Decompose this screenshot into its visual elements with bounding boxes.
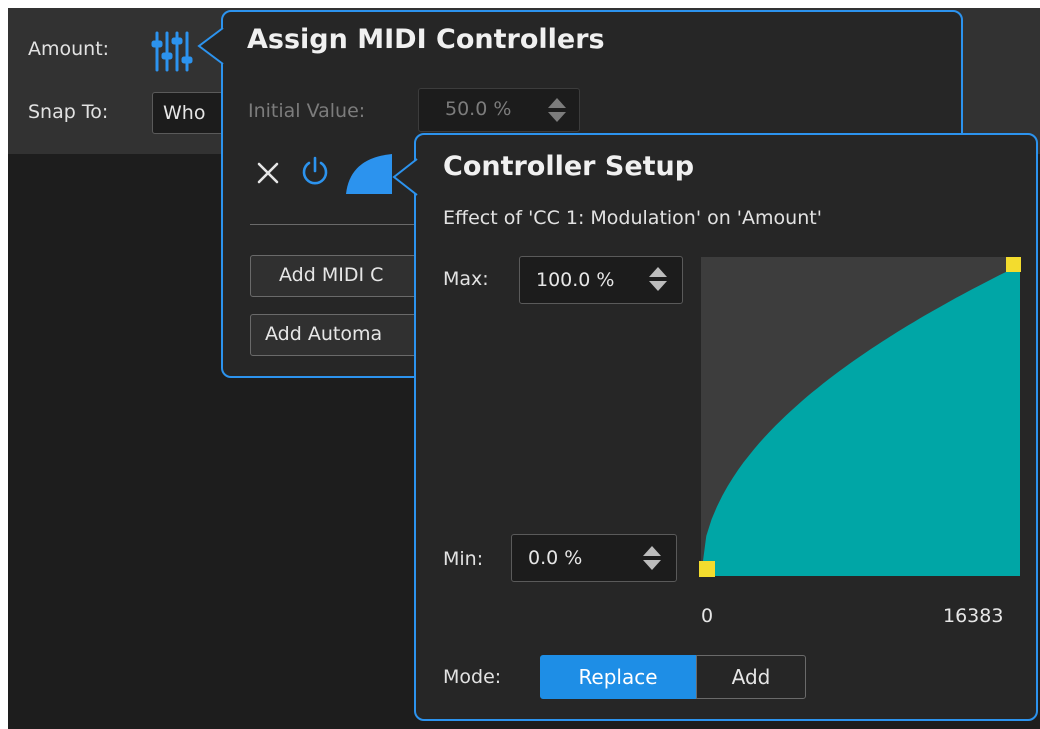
add-automation-label: Add Automa <box>265 323 383 345</box>
snap-to-label: Snap To: <box>28 101 109 123</box>
add-midi-label: Add MIDI C <box>279 264 384 286</box>
max-label: Max: <box>443 268 489 290</box>
add-automation-button[interactable]: Add Automa <box>250 314 430 356</box>
assign-title: Assign MIDI Controllers <box>247 24 605 55</box>
controller-setup-title: Controller Setup <box>443 151 695 182</box>
x-axis-max-label: 16383 <box>943 605 1004 627</box>
initial-value-spinner-icon[interactable] <box>547 97 567 123</box>
mode-add-button[interactable]: Add <box>696 655 806 699</box>
add-midi-controller-button[interactable]: Add MIDI C <box>250 255 430 297</box>
divider <box>250 224 420 225</box>
min-value-text: 0.0 % <box>528 547 583 569</box>
initial-value-label: Initial Value: <box>248 100 366 122</box>
max-handle[interactable] <box>1006 257 1021 272</box>
power-icon[interactable] <box>300 155 330 187</box>
amount-label: Amount: <box>28 38 110 60</box>
controller-popover-pointer <box>392 158 418 196</box>
min-label: Min: <box>443 548 484 570</box>
min-handle[interactable] <box>699 561 715 577</box>
initial-value-text: 50.0 % <box>445 98 512 120</box>
max-spinner-icon[interactable] <box>648 266 668 292</box>
mode-label: Mode: <box>443 666 502 688</box>
response-curve-chart[interactable] <box>701 257 1020 576</box>
max-value-text: 100.0 % <box>536 269 615 291</box>
effect-description: Effect of 'CC 1: Modulation' on 'Amount' <box>443 207 822 229</box>
min-spinner-icon[interactable] <box>642 545 662 571</box>
mode-replace-button[interactable]: Replace <box>540 655 696 699</box>
snap-to-value: Who <box>163 102 206 124</box>
assign-popover-pointer <box>197 27 224 65</box>
x-axis-min-label: 0 <box>701 605 714 627</box>
mode-segmented-control: Replace Add <box>540 655 806 699</box>
curve-icon[interactable] <box>344 152 394 196</box>
close-icon[interactable] <box>255 160 281 186</box>
sliders-icon[interactable] <box>151 30 193 72</box>
